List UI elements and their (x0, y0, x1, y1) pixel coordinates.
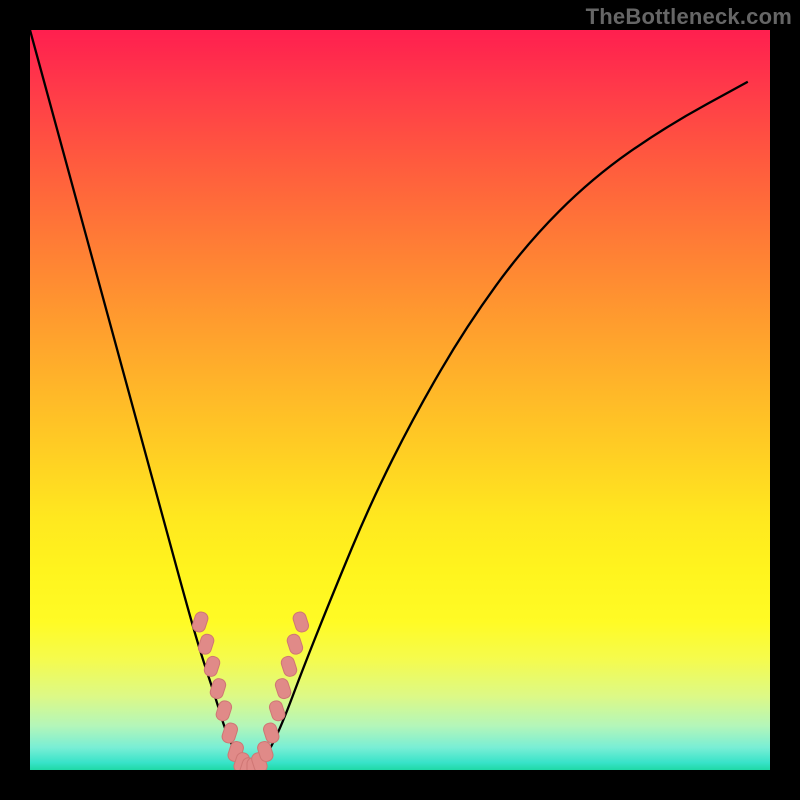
curve-layer (30, 30, 748, 769)
watermark-text: TheBottleneck.com (586, 4, 792, 30)
curve-marker (197, 633, 216, 656)
curve-marker (203, 655, 222, 678)
marker-layer (191, 610, 310, 770)
chart-stage: TheBottleneck.com (0, 0, 800, 800)
curve-marker (280, 655, 299, 678)
curve-marker (191, 610, 210, 633)
curve-marker (292, 610, 311, 633)
plot-frame (30, 30, 770, 770)
chart-svg (30, 30, 770, 770)
curve-marker (286, 633, 305, 656)
curve-marker (209, 677, 228, 700)
curve-marker (274, 677, 293, 700)
bottleneck-curve (30, 30, 748, 769)
curve-marker (268, 699, 287, 722)
